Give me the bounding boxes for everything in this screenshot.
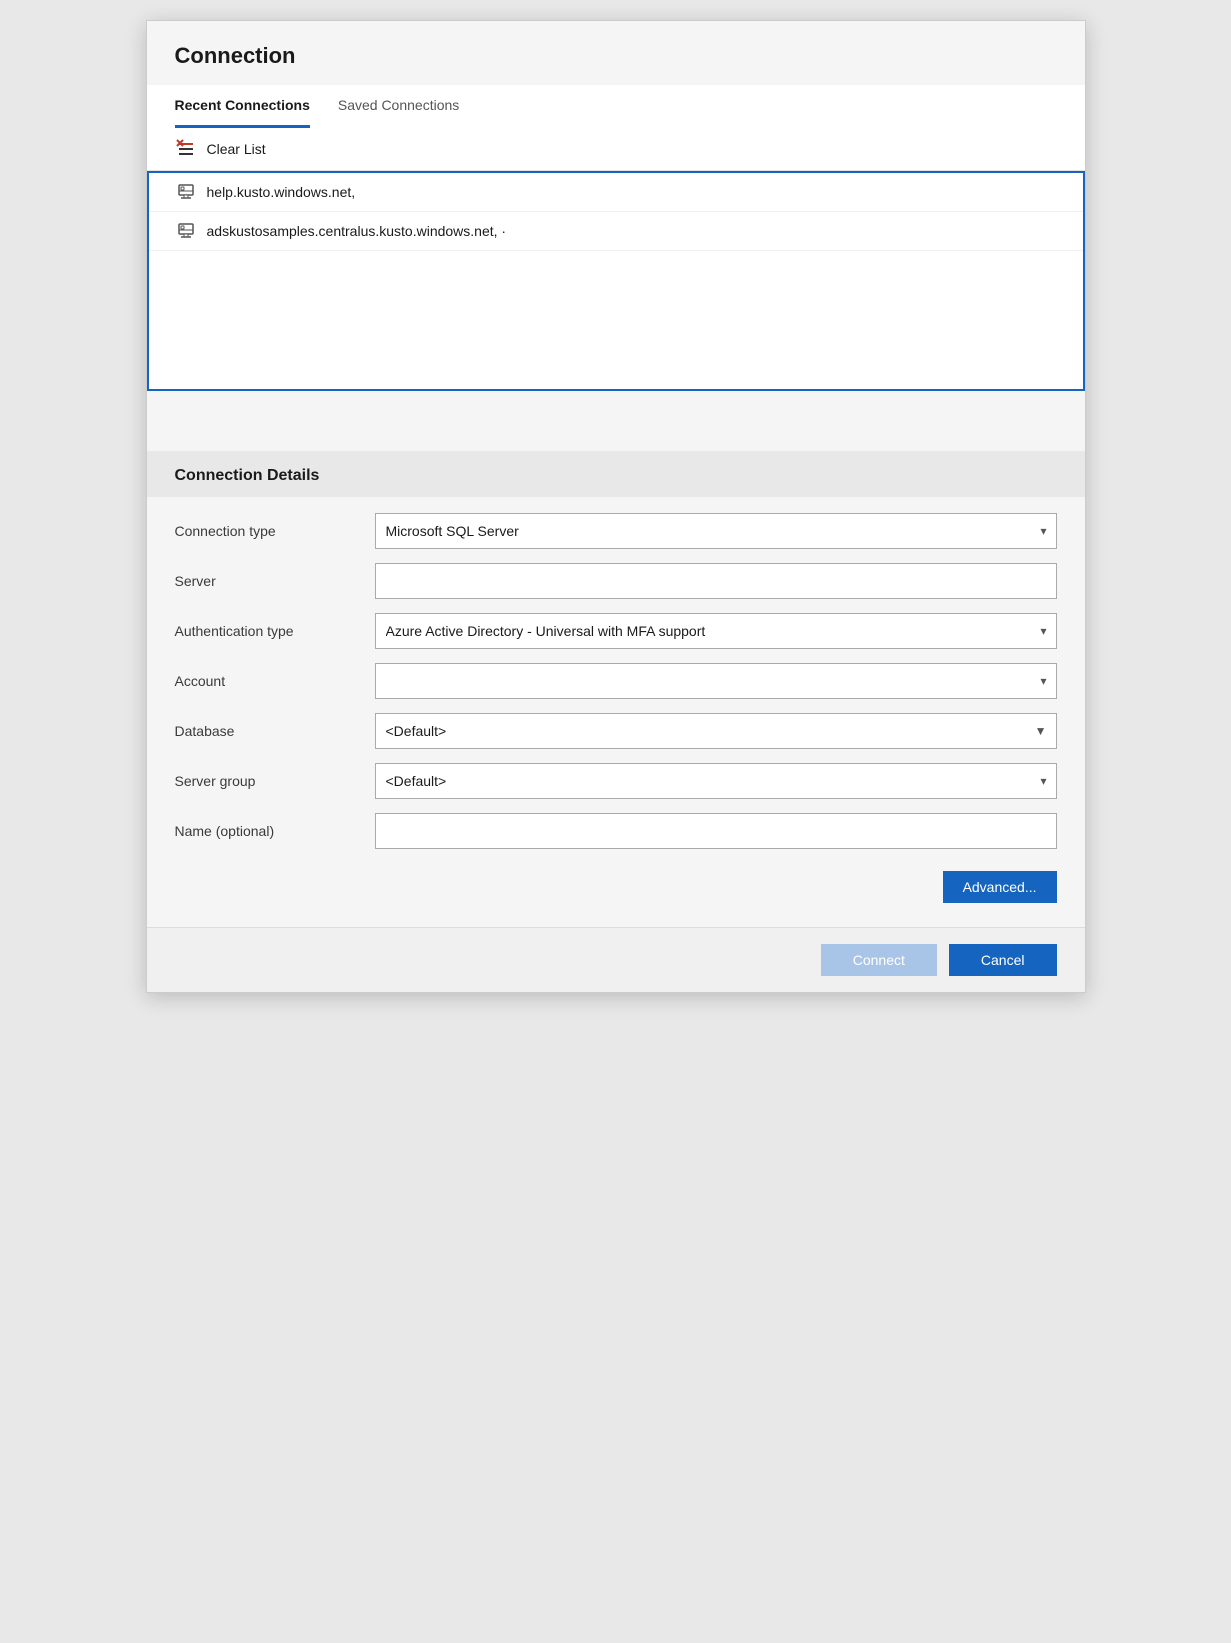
connection-type-row: Connection type Microsoft SQL Server ▾ xyxy=(175,513,1057,549)
clear-list-icon xyxy=(175,138,197,160)
server-icon-2 xyxy=(177,222,195,240)
details-form: Connection type Microsoft SQL Server ▾ S… xyxy=(147,497,1085,927)
server-group-select-wrapper: <Default> ▾ xyxy=(375,763,1057,799)
connection-text-2: adskustosamples.centralus.kusto.windows.… xyxy=(207,223,507,239)
tab-recent-connections[interactable]: Recent Connections xyxy=(175,85,310,128)
database-select[interactable]: <Default> xyxy=(375,713,1057,749)
connection-type-label: Connection type xyxy=(175,523,375,539)
connections-list: help.kusto.windows.net, adskustosamples.… xyxy=(147,171,1085,391)
server-icon-1 xyxy=(177,183,195,201)
database-select-wrapper: <Default> ▼ xyxy=(375,713,1057,749)
clear-list-label: Clear List xyxy=(207,141,266,157)
server-group-label: Server group xyxy=(175,773,375,789)
cancel-button[interactable]: Cancel xyxy=(949,944,1057,976)
database-label: Database xyxy=(175,723,375,739)
server-control xyxy=(375,563,1057,599)
name-label: Name (optional) xyxy=(175,823,375,839)
server-group-row: Server group <Default> ▾ xyxy=(175,763,1057,799)
connection-item-1[interactable]: help.kusto.windows.net, xyxy=(149,173,1083,212)
account-row: Account ▾ xyxy=(175,663,1057,699)
tabs-section: Recent Connections Saved Connections xyxy=(147,85,1085,128)
name-row: Name (optional) xyxy=(175,813,1057,849)
dialog-footer: Connect Cancel xyxy=(147,927,1085,992)
database-row: Database <Default> ▼ xyxy=(175,713,1057,749)
server-group-control: <Default> ▾ xyxy=(375,763,1057,799)
tab-saved-connections[interactable]: Saved Connections xyxy=(338,85,459,128)
account-label: Account xyxy=(175,673,375,689)
details-title: Connection Details xyxy=(175,467,1057,485)
name-input[interactable] xyxy=(375,813,1057,849)
connection-type-select-wrapper: Microsoft SQL Server ▾ xyxy=(375,513,1057,549)
auth-type-select[interactable]: Azure Active Directory - Universal with … xyxy=(375,613,1057,649)
connection-item-2[interactable]: adskustosamples.centralus.kusto.windows.… xyxy=(149,212,1083,251)
spacer xyxy=(147,391,1085,451)
auth-type-label: Authentication type xyxy=(175,623,375,639)
details-header: Connection Details xyxy=(147,451,1085,497)
account-control: ▾ xyxy=(375,663,1057,699)
server-group-select[interactable]: <Default> xyxy=(375,763,1057,799)
server-input[interactable] xyxy=(375,563,1057,599)
auth-type-row: Authentication type Azure Active Directo… xyxy=(175,613,1057,649)
dialog-title-section: Connection xyxy=(147,21,1085,85)
connection-details-section: Connection Details Connection type Micro… xyxy=(147,451,1085,927)
advanced-row: Advanced... xyxy=(175,871,1057,903)
server-row: Server xyxy=(175,563,1057,599)
auth-type-select-wrapper: Azure Active Directory - Universal with … xyxy=(375,613,1057,649)
name-control xyxy=(375,813,1057,849)
advanced-button[interactable]: Advanced... xyxy=(943,871,1057,903)
connection-type-control: Microsoft SQL Server ▾ xyxy=(375,513,1057,549)
connection-type-select[interactable]: Microsoft SQL Server xyxy=(375,513,1057,549)
tabs-container: Recent Connections Saved Connections xyxy=(175,85,1057,128)
connection-dialog: Connection Recent Connections Saved Conn… xyxy=(146,20,1086,993)
account-select[interactable] xyxy=(375,663,1057,699)
database-control: <Default> ▼ xyxy=(375,713,1057,749)
connection-text-1: help.kusto.windows.net, xyxy=(207,184,356,200)
connections-panel: Clear List help.kusto.windows.net, xyxy=(147,128,1085,391)
account-select-wrapper: ▾ xyxy=(375,663,1057,699)
clear-list-button[interactable]: Clear List xyxy=(147,128,1085,171)
server-label: Server xyxy=(175,573,375,589)
connect-button[interactable]: Connect xyxy=(821,944,937,976)
auth-type-control: Azure Active Directory - Universal with … xyxy=(375,613,1057,649)
dialog-title: Connection xyxy=(175,43,1057,69)
